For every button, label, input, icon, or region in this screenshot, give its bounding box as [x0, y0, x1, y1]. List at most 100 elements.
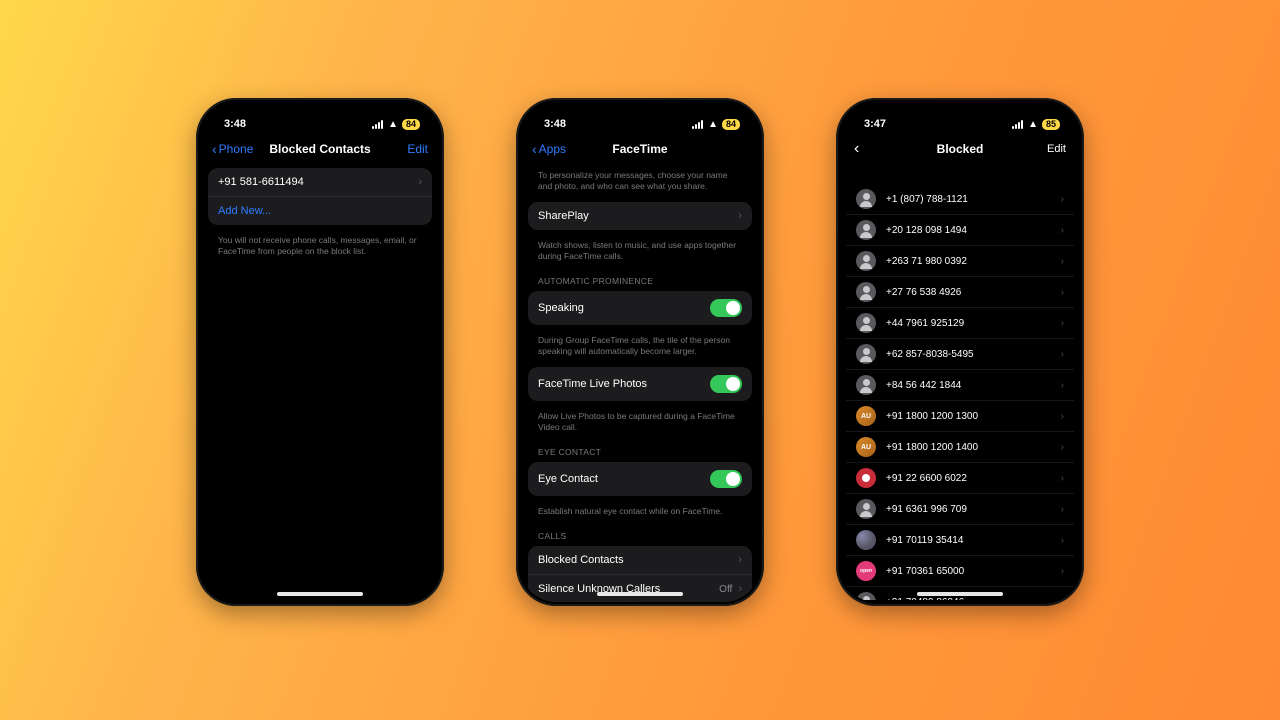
blocked-number: +27 76 538 4926 [886, 287, 1051, 298]
blocked-list: +1 (807) 788-1121› +20 128 098 1494 › +263 … [840, 164, 1080, 600]
live-photos-label: FaceTime Live Photos [538, 378, 647, 390]
blocked-number: +62 857-8038-5495 [886, 349, 1051, 360]
avatar [856, 375, 876, 395]
shareplay-label: SharePlay [538, 210, 589, 222]
blocked-entry[interactable]: +84 56 442 1844› [846, 369, 1074, 400]
add-new-button[interactable]: Add New... [208, 196, 432, 225]
blocked-number: +91 581-6611494 [218, 176, 304, 188]
avatar: open [856, 561, 876, 581]
home-indicator[interactable] [917, 592, 1003, 596]
notch [598, 108, 682, 130]
avatar: AU [856, 406, 876, 426]
chevron-right-icon: › [1061, 442, 1064, 453]
blocked-entry[interactable]: AU +91 1800 1200 1400 › [846, 431, 1074, 462]
live-photos-row: FaceTime Live Photos [528, 367, 752, 401]
chevron-right-icon: › [738, 210, 742, 222]
cellular-icon [692, 120, 703, 129]
back-button[interactable]: ‹ Apps [532, 142, 566, 156]
blocked-number: +44 7961 925129 [886, 318, 1051, 329]
blocked-entry[interactable]: +44 7961 925129› [846, 307, 1074, 338]
blocked-footer-text: You will not receive phone calls, messag… [208, 231, 432, 265]
blocked-contacts-row[interactable]: Blocked Contacts › [528, 546, 752, 574]
blocked-number: +91 1800 1200 1400 [886, 442, 1051, 453]
edit-button[interactable]: Edit [407, 142, 428, 156]
blocked-entry[interactable]: +1 (807) 788-1121› [846, 184, 1074, 214]
blocked-entry[interactable]: +91 70119 35414 › [846, 524, 1074, 555]
chevron-left-icon: ‹ [212, 142, 217, 156]
avatar [856, 220, 876, 240]
avatar [856, 313, 876, 333]
silence-unknown-row[interactable]: Silence Unknown Callers Off › [528, 574, 752, 602]
chevron-right-icon: › [1061, 225, 1064, 236]
cellular-icon [1012, 120, 1023, 129]
phone-lineup: 3:48 ▲ 84 ‹ Phone Blocked Contacts Edit [0, 0, 1280, 606]
shareplay-footer: Watch shows, listen to music, and use ap… [528, 236, 752, 270]
blocked-entry[interactable]: +263 71 980 0392› [846, 245, 1074, 276]
silence-value: Off [719, 584, 732, 595]
avatar: AU [856, 437, 876, 457]
avatar [856, 282, 876, 302]
chevron-right-icon: › [1061, 504, 1064, 515]
blocked-entry[interactable]: +91 22 6600 6022› [846, 462, 1074, 493]
back-label: Apps [539, 142, 566, 156]
edit-button[interactable]: Edit [1047, 143, 1066, 155]
nav-bar: ‹ Phone Blocked Contacts Edit [200, 136, 440, 166]
nav-title: Blocked [840, 142, 1080, 156]
notch [918, 108, 1002, 130]
chevron-right-icon: › [418, 176, 422, 188]
blocked-entry[interactable]: +27 76 538 4926 › [846, 276, 1074, 307]
cellular-icon [372, 120, 383, 129]
chevron-right-icon: › [1061, 380, 1064, 391]
phone-blocked-list: 3:47 ▲ 85 ‹ Blocked Edit +1 (807) 788-11… [836, 98, 1084, 606]
phone-blocked-contacts: 3:48 ▲ 84 ‹ Phone Blocked Contacts Edit [196, 98, 444, 606]
personalize-footer: To personalize your messages, choose you… [528, 166, 752, 200]
blocked-number: +91 70119 35414 [886, 535, 1051, 546]
speaking-footer: During Group FaceTime calls, the tile of… [528, 331, 752, 365]
blocked-entry[interactable]: AU+91 1800 1200 1300› [846, 400, 1074, 431]
shareplay-row[interactable]: SharePlay › [528, 202, 752, 230]
chevron-right-icon: › [1061, 349, 1064, 360]
chevron-right-icon: › [1061, 411, 1064, 422]
chevron-right-icon: › [1061, 597, 1064, 601]
phone-facetime-settings: 3:48 ▲ 84 ‹ Apps FaceTime To personalize… [516, 98, 764, 606]
status-time: 3:47 [864, 118, 886, 130]
back-button[interactable]: ‹ [854, 140, 859, 158]
live-photos-toggle[interactable] [710, 375, 742, 393]
eye-contact-toggle[interactable] [710, 470, 742, 488]
chevron-right-icon: › [1061, 566, 1064, 577]
calls-header: CALLS [528, 525, 752, 544]
automatic-prominence-header: AUTOMATIC PROMINENCE [528, 270, 752, 289]
speaking-toggle[interactable] [710, 299, 742, 317]
wifi-icon: ▲ [388, 119, 398, 130]
blocked-number: +91 70361 65000 [886, 566, 1051, 577]
chevron-right-icon: › [738, 583, 742, 595]
battery-icon: 84 [402, 119, 420, 130]
speaking-row: Speaking [528, 291, 752, 325]
status-time: 3:48 [544, 118, 566, 130]
nav-bar: ‹ Blocked Edit [840, 136, 1080, 164]
chevron-right-icon: › [1061, 535, 1064, 546]
chevron-right-icon: › [1061, 287, 1064, 298]
eye-contact-header: EYE CONTACT [528, 441, 752, 460]
live-photos-footer: Allow Live Photos to be captured during … [528, 407, 752, 441]
blocked-entry[interactable]: +91 6361 996 709 › [846, 493, 1074, 524]
status-time: 3:48 [224, 118, 246, 130]
speaking-label: Speaking [538, 302, 584, 314]
blocked-number: +91 6361 996 709 [886, 504, 1051, 515]
chevron-right-icon: › [1061, 473, 1064, 484]
blocked-entry[interactable]: +91 581-6611494 › [208, 168, 432, 196]
blocked-entry[interactable]: +62 857-8038-5495 › [846, 338, 1074, 369]
avatar [856, 592, 876, 600]
back-label: Phone [219, 142, 254, 156]
blocked-number: +91 70489 86946 [886, 597, 1051, 601]
eye-contact-footer: Establish natural eye contact while on F… [528, 502, 752, 525]
blocked-entry[interactable]: open +91 70361 65000 › [846, 555, 1074, 586]
avatar [856, 499, 876, 519]
home-indicator[interactable] [277, 592, 363, 596]
blocked-number: +20 128 098 1494 [886, 225, 1051, 236]
avatar [856, 468, 876, 488]
back-button[interactable]: ‹ Phone [212, 142, 253, 156]
home-indicator[interactable] [597, 592, 683, 596]
battery-icon: 85 [1042, 119, 1060, 130]
blocked-entry[interactable]: +20 128 098 1494 › [846, 214, 1074, 245]
